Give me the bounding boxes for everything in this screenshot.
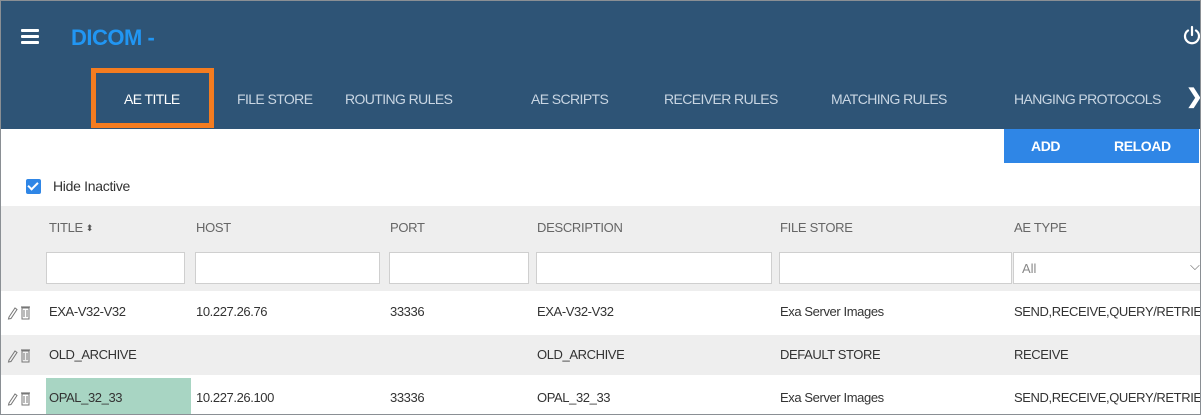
- sort-icon[interactable]: ⬍: [86, 223, 94, 234]
- edit-pencil-icon[interactable]: [7, 304, 18, 320]
- table-row[interactable]: EXA-V32-V32 10.227.26.76 33336 EXA-V32-V…: [1, 292, 1201, 332]
- title-cell[interactable]: OLD_ARCHIVE: [46, 335, 191, 375]
- column-title-label: TITLE: [49, 220, 83, 235]
- file-store-cell: Exa Server Images: [780, 304, 884, 319]
- title-cell-selected[interactable]: OPAL_32_33: [46, 378, 191, 414]
- reload-button[interactable]: RELOAD: [1114, 129, 1171, 163]
- chevron-down-icon: ⌵: [1190, 258, 1200, 273]
- ae-type-cell: SEND,RECEIVE,QUERY/RETRIEVE: [1014, 304, 1201, 319]
- ae-type-cell: SEND,RECEIVE,QUERY/RETRIEVE: [1014, 390, 1201, 405]
- add-button[interactable]: ADD: [1031, 129, 1061, 163]
- description-filter-input[interactable]: [536, 252, 772, 284]
- host-cell: 10.227.26.100: [196, 390, 274, 405]
- tab-hanging-protocols[interactable]: HANGING PROTOCOLS: [1014, 77, 1161, 121]
- host-filter-input[interactable]: [195, 252, 380, 284]
- port-cell: 33336: [390, 304, 425, 319]
- tab-ae-scripts[interactable]: AE SCRIPTS: [531, 77, 609, 121]
- tab-routing-rules[interactable]: ROUTING RULES: [345, 77, 453, 121]
- host-cell: 10.227.26.76: [196, 304, 268, 319]
- title-cell[interactable]: EXA-V32-V32: [46, 292, 191, 332]
- app-window: DICOM - AE TITLE FILE STORE ROUTING RULE…: [0, 0, 1201, 415]
- tab-file-store[interactable]: FILE STORE: [237, 77, 313, 121]
- menu-icon[interactable]: [21, 29, 39, 45]
- table-row[interactable]: OPAL_32_33 10.227.26.100 33336 OPAL_32_3…: [1, 378, 1201, 414]
- file-store-cell: DEFAULT STORE: [780, 347, 881, 362]
- chevron-right-icon[interactable]: ❯: [1186, 84, 1200, 109]
- hide-inactive-toggle[interactable]: Hide Inactive: [26, 176, 130, 196]
- file-store-filter-input[interactable]: [779, 252, 1012, 284]
- ae-type-cell: RECEIVE: [1014, 347, 1069, 362]
- delete-trash-icon[interactable]: [20, 390, 31, 406]
- power-icon[interactable]: [1183, 25, 1201, 47]
- checkbox-checked-icon[interactable]: [26, 178, 41, 194]
- ae-type-filter-value: All: [1022, 261, 1037, 276]
- edit-pencil-icon[interactable]: [7, 347, 18, 363]
- edit-pencil-icon[interactable]: [7, 390, 18, 406]
- port-cell: 33336: [390, 390, 425, 405]
- grid-header: TITLE ⬍ HOST PORT DESCRIPTION FILE STORE …: [1, 206, 1200, 291]
- column-header-port[interactable]: PORT: [390, 220, 425, 235]
- description-cell: OPAL_32_33: [537, 390, 611, 405]
- port-filter-input[interactable]: [389, 252, 529, 284]
- column-header-title[interactable]: TITLE ⬍: [49, 220, 93, 235]
- delete-trash-icon[interactable]: [20, 347, 31, 363]
- tab-receiver-rules[interactable]: RECEIVER RULES: [664, 77, 778, 121]
- description-cell: OLD_ARCHIVE: [537, 347, 625, 362]
- table-row[interactable]: OLD_ARCHIVE OLD_ARCHIVE DEFAULT STORE RE…: [1, 335, 1200, 375]
- action-buttons: ADD RELOAD: [1004, 129, 1199, 163]
- ae-type-filter-select[interactable]: All ⌵: [1013, 252, 1200, 284]
- description-cell: EXA-V32-V32: [537, 304, 614, 319]
- file-store-cell: Exa Server Images: [780, 390, 884, 405]
- hide-inactive-label: Hide Inactive: [53, 178, 131, 194]
- tab-highlight-box: [91, 68, 214, 128]
- tab-matching-rules[interactable]: MATCHING RULES: [831, 77, 947, 121]
- app-title-dropdown[interactable]: DICOM -: [71, 25, 155, 51]
- column-header-ae-type[interactable]: AE TYPE: [1014, 220, 1067, 235]
- delete-trash-icon[interactable]: [20, 304, 31, 320]
- header-bar: DICOM - AE TITLE FILE STORE ROUTING RULE…: [1, 1, 1201, 129]
- column-header-description[interactable]: DESCRIPTION: [537, 220, 623, 235]
- column-header-file-store[interactable]: FILE STORE: [780, 220, 853, 235]
- title-filter-input[interactable]: [46, 252, 185, 284]
- column-header-host[interactable]: HOST: [196, 220, 231, 235]
